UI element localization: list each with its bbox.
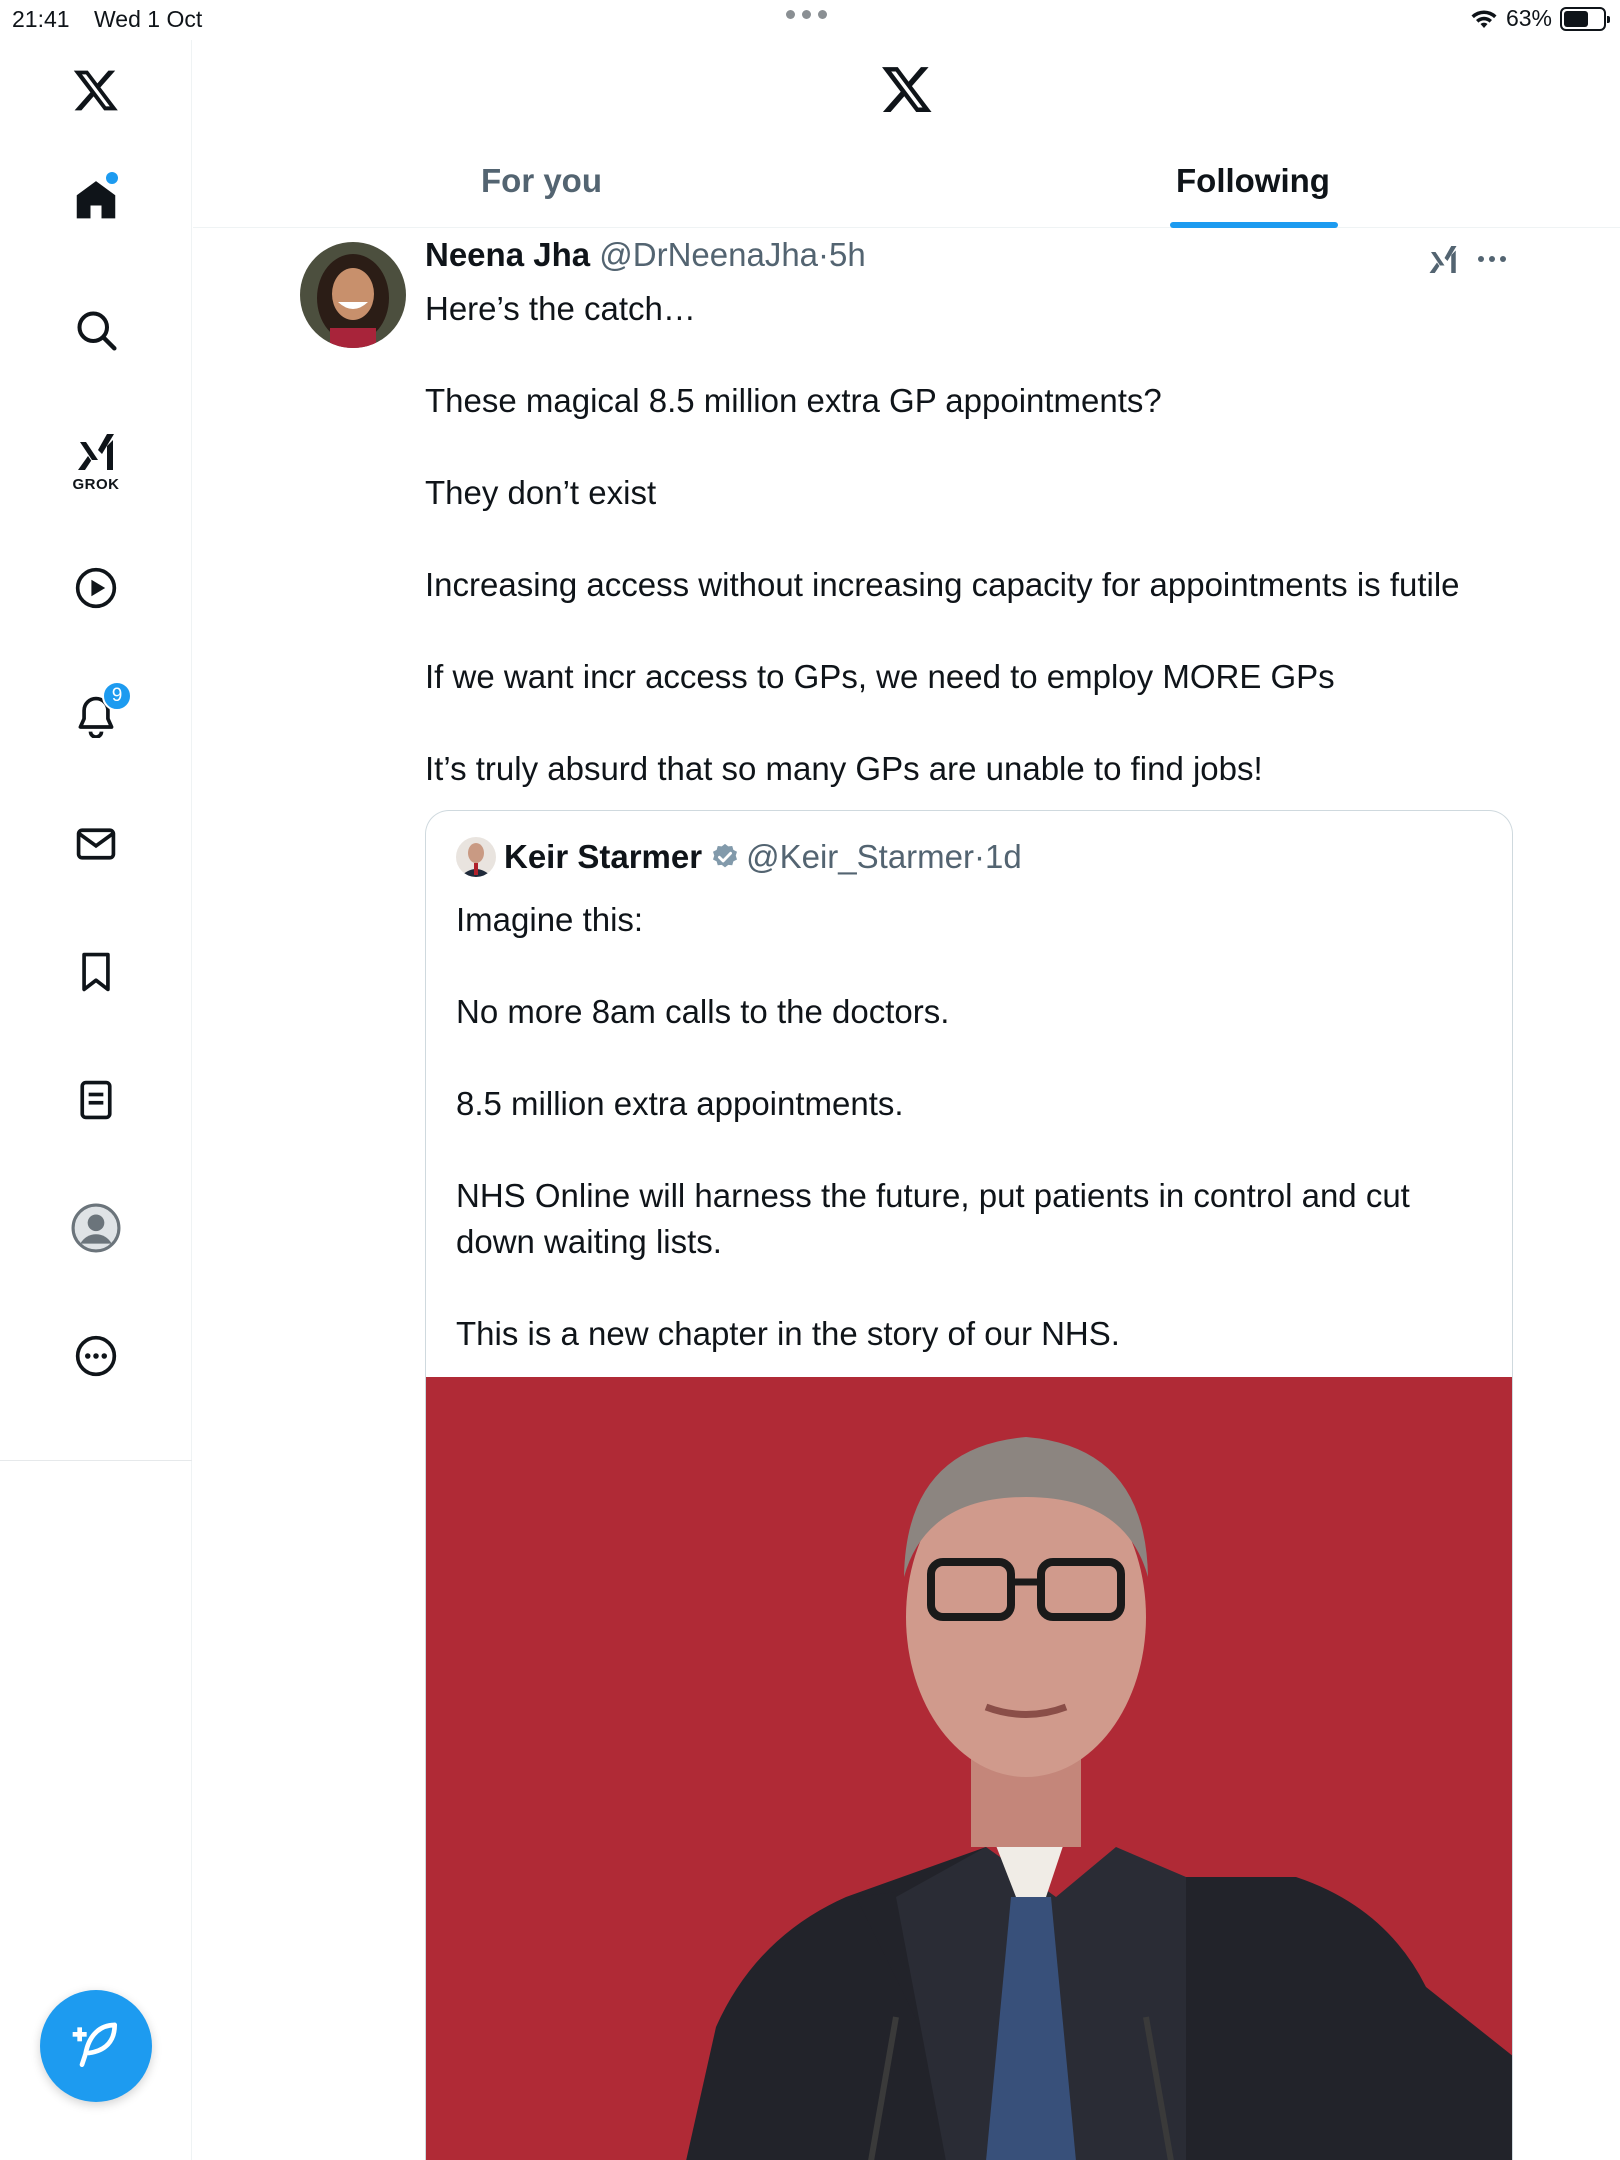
bookmark-icon	[82, 952, 110, 992]
quote-author-name[interactable]: Keir Starmer	[504, 838, 702, 876]
sidebar-item-bookmarks[interactable]	[56, 932, 136, 1012]
grok-icon	[1429, 246, 1457, 273]
more-options-icon[interactable]	[1478, 256, 1506, 262]
quote-media-image[interactable]	[426, 1377, 1512, 2160]
tweet-text: Here’s the catch… These magical 8.5 mill…	[425, 286, 1515, 792]
home-unread-dot	[106, 172, 118, 184]
grok-icon	[78, 434, 114, 470]
multitasking-dots[interactable]	[786, 10, 827, 19]
tweet-paragraph: Increasing access without increasing cap…	[425, 566, 1460, 603]
timeline-header: For you Following	[193, 40, 1620, 228]
sidebar-item-home[interactable]	[56, 160, 136, 240]
tweet-paragraph: If we want incr access to GPs, we need t…	[425, 658, 1335, 695]
notification-badge: 9	[102, 681, 132, 711]
quote-paragraph: No more 8am calls to the doctors.	[456, 993, 950, 1030]
header-logo[interactable]	[880, 62, 934, 121]
sidebar: GROK 9	[0, 40, 192, 2160]
avatar[interactable]	[300, 242, 406, 348]
status-bar: 21:41 Wed 1 Oct 63%	[0, 0, 1620, 40]
quote-paragraph: 8.5 million extra appointments.	[456, 1085, 904, 1122]
sidebar-item-more[interactable]	[56, 1316, 136, 1396]
status-date: Wed 1 Oct	[94, 6, 203, 32]
battery-icon	[1560, 6, 1610, 31]
quote-header: Keir Starmer @Keir_Starmer · 1d	[456, 837, 1022, 877]
separator-dot: ·	[974, 838, 985, 875]
play-icon	[75, 567, 117, 609]
home-icon	[76, 181, 116, 219]
list-icon	[80, 1080, 112, 1120]
mail-icon	[76, 828, 116, 860]
tweet-paragraph: They don’t exist	[425, 474, 657, 511]
tweet-paragraph: These magical 8.5 million extra GP appoi…	[425, 382, 1162, 419]
x-logo-icon	[73, 70, 118, 111]
quote-paragraph: Imagine this:	[456, 901, 644, 938]
sidebar-item-messages[interactable]	[56, 804, 136, 884]
sidebar-item-grok[interactable]: GROK	[56, 420, 136, 520]
tweet-header: Neena Jha @DrNeenaJha·5h	[425, 236, 866, 274]
quote-text: Imagine this: No more 8am calls to the d…	[456, 897, 1486, 1357]
compose-button[interactable]	[40, 1990, 152, 2102]
quote-avatar[interactable]	[456, 837, 496, 877]
quote-paragraph: This is a new chapter in the story of ou…	[456, 1315, 1120, 1352]
more-circle-icon	[75, 1335, 117, 1377]
battery-percent: 63%	[1505, 5, 1552, 31]
separator-dot: ·	[818, 236, 830, 273]
sidebar-item-notifications[interactable]: 9	[56, 676, 136, 756]
tab-for-you[interactable]: For you	[481, 162, 602, 232]
grok-label: GROK	[72, 476, 120, 493]
quoted-tweet[interactable]: Keir Starmer @Keir_Starmer · 1d Imagine th…	[425, 810, 1513, 2160]
search-icon	[77, 311, 117, 351]
author-handle[interactable]: @DrNeenaJha	[599, 236, 818, 273]
x-logo-icon	[882, 67, 932, 112]
quote-paragraph: NHS Online will harness the future, put …	[456, 1177, 1410, 1260]
sidebar-item-lists[interactable]	[56, 1060, 136, 1140]
quote-time[interactable]: 1d	[985, 838, 1022, 876]
quote-author-handle[interactable]: @Keir_Starmer	[746, 838, 974, 876]
sidebar-divider	[0, 1460, 192, 1461]
sidebar-item-profile[interactable]	[56, 1188, 136, 1268]
author-name[interactable]: Neena Jha	[425, 236, 590, 273]
sidebar-item-search[interactable]	[56, 290, 136, 370]
profile-icon	[71, 1203, 121, 1253]
sidebar-item-video[interactable]	[56, 548, 136, 628]
active-tab-indicator	[1170, 222, 1338, 228]
status-indicators: 63%	[1470, 5, 1610, 32]
verified-badge-icon	[713, 843, 738, 868]
tweet-time[interactable]: 5h	[829, 236, 866, 273]
sidebar-logo[interactable]	[56, 50, 136, 130]
tweet-paragraph: It’s truly absurd that so many GPs are u…	[425, 750, 1263, 787]
grok-explain-button[interactable]	[1425, 240, 1461, 281]
wifi-icon	[1471, 9, 1497, 28]
status-time: 21:41	[12, 6, 70, 32]
compose-feather-icon	[72, 2022, 117, 2067]
tweet-paragraph: Here’s the catch…	[425, 290, 696, 327]
